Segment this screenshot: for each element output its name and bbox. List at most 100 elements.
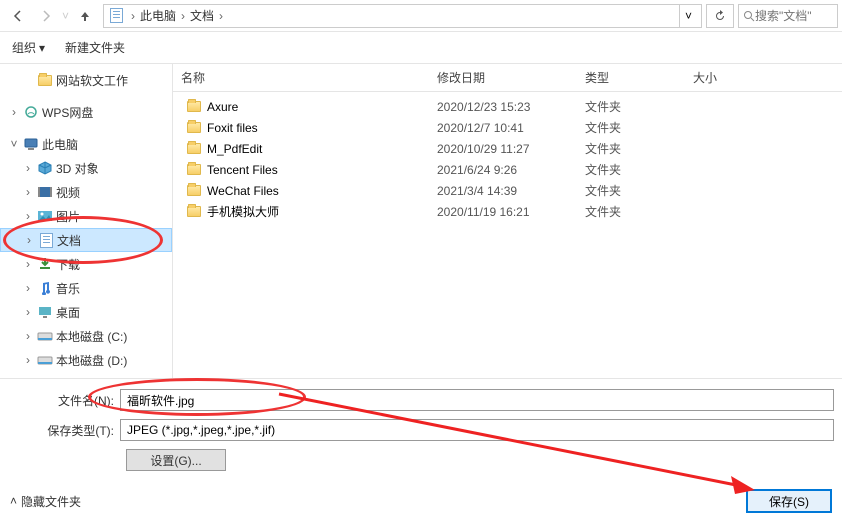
back-button[interactable] bbox=[4, 4, 32, 28]
col-name[interactable]: 名称 bbox=[173, 69, 429, 86]
new-folder-button[interactable]: 新建文件夹 bbox=[65, 39, 125, 56]
tree-label: WPS网盘 bbox=[42, 104, 93, 121]
desk-icon bbox=[36, 304, 54, 320]
breadcrumb-dropdown[interactable]: ˅ bbox=[679, 5, 697, 27]
search-icon bbox=[743, 10, 755, 22]
sidebar-item-7[interactable]: › 图片 bbox=[0, 204, 172, 228]
file-name: WeChat Files bbox=[207, 184, 279, 198]
file-date: 2020/11/19 16:21 bbox=[429, 205, 577, 219]
tree-arrow-icon: › bbox=[22, 257, 34, 271]
file-type: 文件夹 bbox=[577, 98, 685, 115]
tree-arrow-icon: › bbox=[22, 329, 34, 343]
search-input[interactable] bbox=[738, 4, 838, 28]
file-type: 文件夹 bbox=[577, 119, 685, 136]
tree-arrow-icon: › bbox=[22, 185, 34, 199]
save-button[interactable]: 保存(S) bbox=[746, 489, 832, 513]
folder-icon bbox=[36, 72, 54, 88]
organize-menu[interactable]: 组织 ▾ bbox=[12, 39, 45, 56]
disk-icon bbox=[36, 352, 54, 368]
sidebar-item-5[interactable]: › 3D 对象 bbox=[0, 156, 172, 180]
chevron-up-icon: ˄ bbox=[10, 494, 17, 508]
file-row[interactable]: M_PdfEdit2020/10/29 11:27文件夹 bbox=[173, 138, 842, 159]
file-date: 2021/6/24 9:26 bbox=[429, 163, 577, 177]
tree-label: 3D 对象 bbox=[56, 160, 99, 177]
chevron-right-icon: › bbox=[219, 9, 223, 23]
folder-icon bbox=[187, 185, 201, 196]
file-name: 手机模拟大师 bbox=[207, 203, 279, 220]
file-date: 2020/12/7 10:41 bbox=[429, 121, 577, 135]
sidebar-item-8[interactable]: ›文档 bbox=[0, 228, 172, 252]
tree-label: 文档 bbox=[57, 232, 81, 249]
tree-label: 本地磁盘 (C:) bbox=[56, 328, 127, 345]
breadcrumb-item[interactable]: 此电脑 bbox=[138, 7, 178, 24]
sidebar-item-12[interactable]: › 本地磁盘 (C:) bbox=[0, 324, 172, 348]
column-headers[interactable]: 名称 修改日期 类型 大小 bbox=[173, 64, 842, 92]
file-name: Tencent Files bbox=[207, 163, 278, 177]
folder-icon bbox=[187, 101, 201, 112]
search-field[interactable] bbox=[755, 9, 825, 23]
folder-icon bbox=[187, 164, 201, 175]
refresh-button[interactable] bbox=[706, 4, 734, 28]
file-name: Foxit files bbox=[207, 121, 258, 135]
col-date[interactable]: 修改日期 bbox=[429, 69, 577, 86]
file-date: 2020/12/23 15:23 bbox=[429, 100, 577, 114]
forward-button[interactable] bbox=[32, 4, 60, 28]
music-icon bbox=[36, 280, 54, 296]
col-type[interactable]: 类型 bbox=[577, 69, 685, 86]
file-type: 文件夹 bbox=[577, 182, 685, 199]
settings-button[interactable]: 设置(G)... bbox=[126, 449, 226, 471]
sidebar-item-13[interactable]: ›本地磁盘 (D:) bbox=[0, 348, 172, 372]
file-type: 文件夹 bbox=[577, 203, 685, 220]
file-row[interactable]: Foxit files 2020/12/7 10:41文件夹 bbox=[173, 117, 842, 138]
file-list: Axure2020/12/23 15:23文件夹Foxit files2020/… bbox=[173, 92, 842, 226]
tree-label: 音乐 bbox=[56, 280, 80, 297]
tree-label: 网站软文工作 bbox=[56, 72, 128, 89]
chevron-right-icon: › bbox=[131, 9, 135, 23]
wps-icon bbox=[22, 104, 40, 120]
filetype-label: 保存类型(T): bbox=[8, 422, 120, 439]
document-icon bbox=[108, 8, 124, 24]
folder-icon bbox=[187, 143, 201, 154]
breadcrumb[interactable]: › 此电脑 › 文档 › ˅ bbox=[103, 4, 702, 28]
tree-arrow-icon: › bbox=[22, 161, 34, 175]
tree-arrow-icon: › bbox=[22, 209, 34, 223]
tree-label: 桌面 bbox=[56, 304, 80, 321]
tree-arrow-icon: › bbox=[22, 353, 34, 367]
video-icon bbox=[36, 184, 54, 200]
filename-input[interactable] bbox=[120, 389, 834, 411]
file-row[interactable]: 手机模拟大师 2020/11/19 16:21文件夹 bbox=[173, 201, 842, 222]
file-row[interactable]: Tencent Files 2021/6/24 9:26文件夹 bbox=[173, 159, 842, 180]
file-type: 文件夹 bbox=[577, 161, 685, 178]
file-name: Axure bbox=[207, 100, 238, 114]
chevron-down-icon: ▾ bbox=[39, 41, 45, 55]
hide-folders-toggle[interactable]: ˄ 隐藏文件夹 bbox=[10, 493, 81, 510]
tree-arrow-icon: › bbox=[22, 305, 34, 319]
history-dropdown-icon[interactable]: ˅ bbox=[62, 9, 69, 23]
folder-icon bbox=[187, 206, 201, 217]
sidebar-item-6[interactable]: ›视频 bbox=[0, 180, 172, 204]
sidebar-item-4[interactable]: ˅此电脑 bbox=[0, 132, 172, 156]
folder-icon bbox=[187, 122, 201, 133]
tree-arrow-icon: ˅ bbox=[8, 137, 20, 151]
sidebar-item-0[interactable]: 网站软文工作 bbox=[0, 68, 172, 92]
file-name: M_PdfEdit bbox=[207, 142, 262, 156]
filetype-select[interactable] bbox=[120, 419, 834, 441]
tree-label: 下载 bbox=[56, 256, 80, 273]
tree-label: 图片 bbox=[56, 208, 80, 225]
sidebar-item-9[interactable]: › 下载 bbox=[0, 252, 172, 276]
sidebar-item-10[interactable]: › 音乐 bbox=[0, 276, 172, 300]
tree-arrow-icon: › bbox=[8, 105, 20, 119]
breadcrumb-item[interactable]: 文档 bbox=[188, 7, 216, 24]
sidebar-item-11[interactable]: › 桌面 bbox=[0, 300, 172, 324]
col-size[interactable]: 大小 bbox=[685, 69, 842, 86]
dl-icon bbox=[36, 256, 54, 272]
disk-icon bbox=[36, 328, 54, 344]
sidebar-item-2[interactable]: › WPS网盘 bbox=[0, 100, 172, 124]
pc-icon bbox=[22, 136, 40, 152]
file-row[interactable]: Axure 2020/12/23 15:23文件夹 bbox=[173, 96, 842, 117]
up-button[interactable] bbox=[71, 4, 99, 28]
chevron-right-icon: › bbox=[181, 9, 185, 23]
3d-icon bbox=[36, 160, 54, 176]
tree-arrow-icon: › bbox=[22, 281, 34, 295]
file-row[interactable]: WeChat Files2021/3/4 14:39文件夹 bbox=[173, 180, 842, 201]
